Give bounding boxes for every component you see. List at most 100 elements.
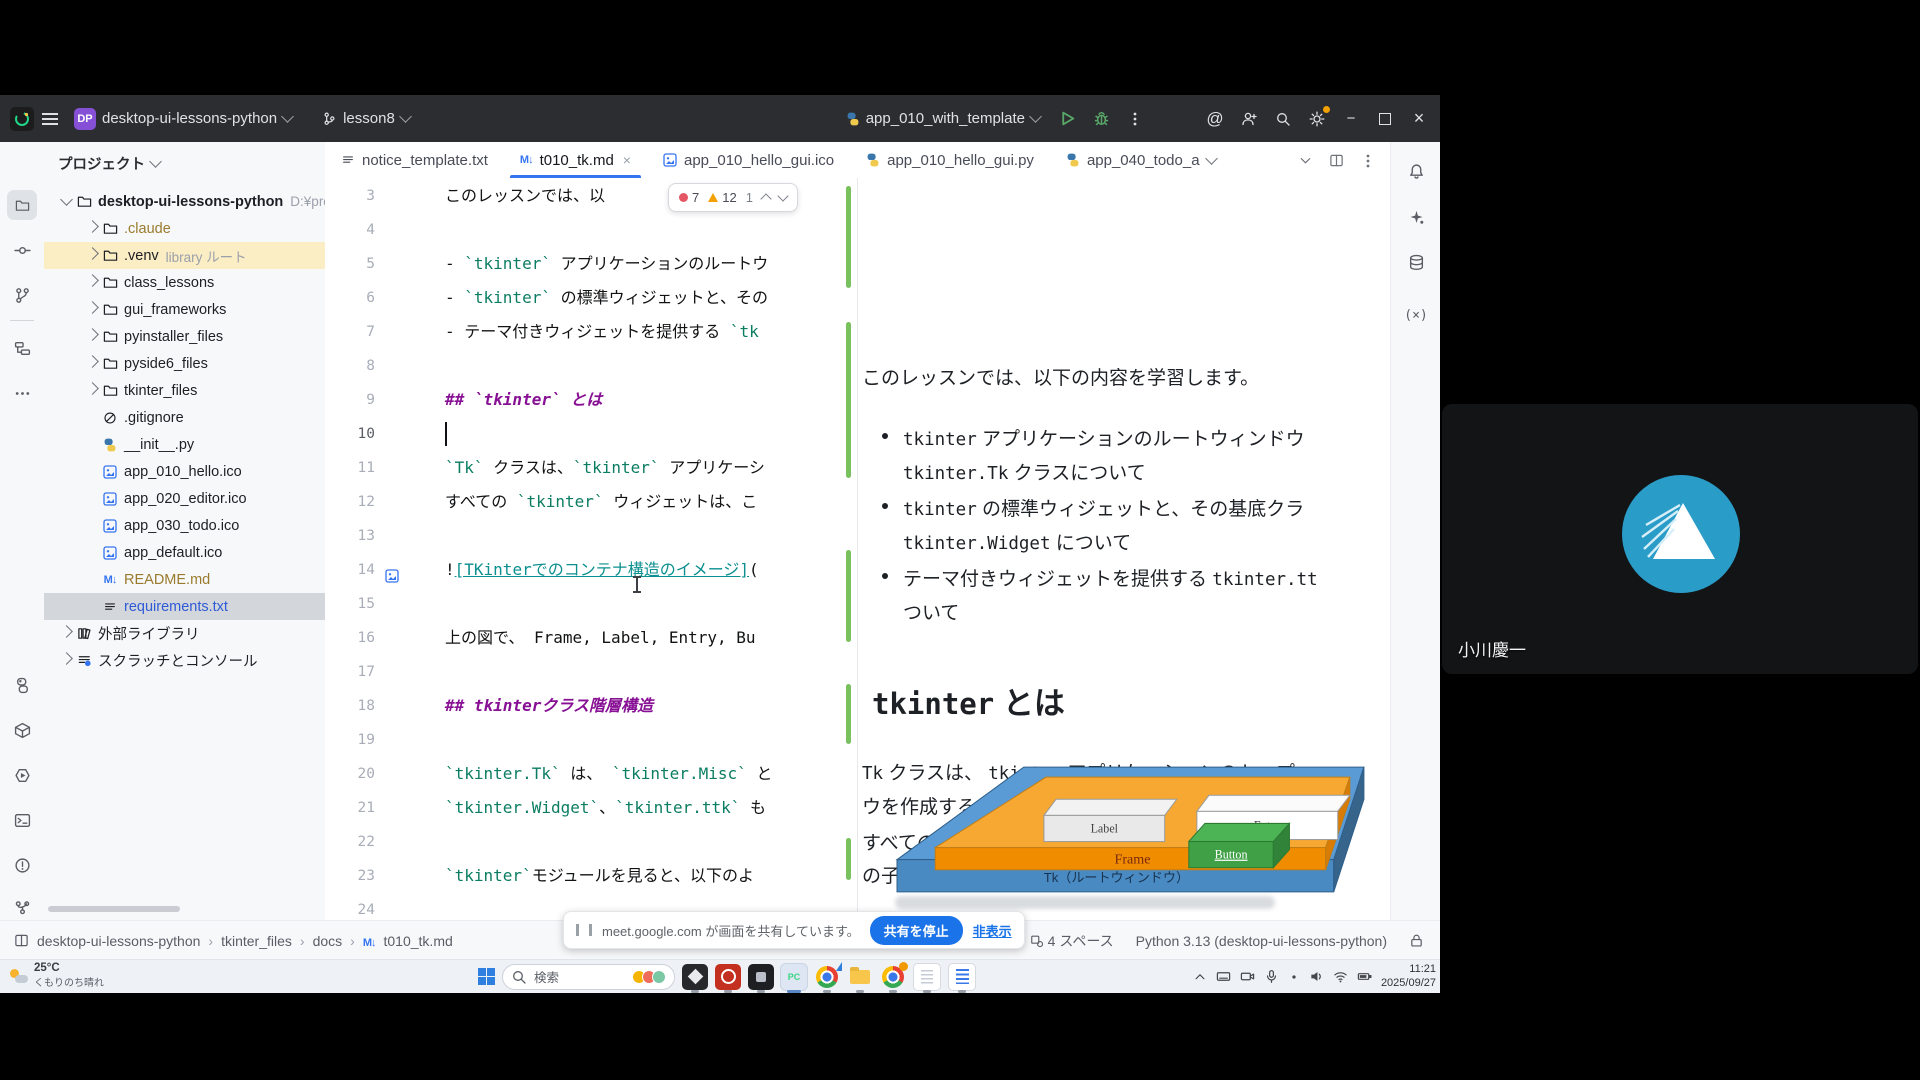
search-everywhere-button[interactable] xyxy=(1268,104,1298,134)
editor-line-22[interactable]: 22 xyxy=(325,825,857,859)
tree-item[interactable]: .gitignore xyxy=(44,404,325,431)
debug-button[interactable] xyxy=(1086,104,1116,134)
tree-item[interactable]: __init__.py xyxy=(44,431,325,458)
tree-item[interactable]: desktop-ui-lessons-pythonD:¥proje xyxy=(44,188,325,215)
tab-app_010_hello_gui.ico[interactable]: app_010_hello_gui.ico xyxy=(647,142,850,178)
project-selector[interactable]: DP desktop-ui-lessons-python xyxy=(66,103,300,135)
pycharm-logo-icon[interactable] xyxy=(10,107,34,131)
taskbar-app-redapp[interactable] xyxy=(715,964,741,990)
run-configuration-selector[interactable]: app_010_with_template xyxy=(838,103,1048,135)
editor-line-19[interactable]: 19 xyxy=(325,723,857,757)
editor-line-7[interactable]: 7- テーマ付きウィジェットを提供する `tk xyxy=(325,315,857,349)
stop-sharing-button[interactable]: 共有を停止 xyxy=(870,916,963,945)
tab-t010_tk.md[interactable]: M↓t010_tk.md× xyxy=(504,142,647,178)
tree-item[interactable]: app_020_editor.ico xyxy=(44,485,325,512)
tool-stripe-pull-requests[interactable] xyxy=(7,280,37,310)
tree-item[interactable]: pyside6_files xyxy=(44,350,325,377)
tree-item[interactable]: tkinter_files xyxy=(44,377,325,404)
tree-item[interactable]: app_030_todo.ico xyxy=(44,512,325,539)
editor-line-23[interactable]: 23`tkinter`モジュールを見ると、以下のよ xyxy=(325,859,857,893)
tray-battery-icon[interactable] xyxy=(1357,969,1372,984)
taskbar-app-photos[interactable] xyxy=(682,964,708,990)
breadcrumb-item[interactable]: t010_tk.md xyxy=(384,933,453,949)
editor-line-12[interactable]: 12すべての `tkinter` ウィジェットは、こ xyxy=(325,485,857,519)
tool-stripe-more[interactable] xyxy=(7,378,37,408)
tool-stripe-problems[interactable] xyxy=(7,850,37,880)
markdown-editor[interactable]: 3このレッスンでは、以45- `tkinter` アプリケーションのルートウ6-… xyxy=(325,178,857,920)
tab-app_010_hello_gui.py[interactable]: app_010_hello_gui.py xyxy=(850,142,1050,178)
editor-line-8[interactable]: 8 xyxy=(325,349,857,383)
tray-camera-icon[interactable] xyxy=(1240,969,1255,984)
columns-button[interactable] xyxy=(1329,152,1344,169)
previous-issue-button[interactable] xyxy=(760,193,771,204)
close-tab-icon[interactable]: × xyxy=(623,152,631,168)
tray-mic-icon[interactable] xyxy=(1264,969,1279,984)
breadcrumb-item[interactable]: docs xyxy=(313,933,343,949)
editor-line-21[interactable]: 21`tkinter.Widget`、`tkinter.ttk` も xyxy=(325,791,857,825)
editor-line-13[interactable]: 13 xyxy=(325,519,857,553)
tab-app_040_todo_a[interactable]: app_040_todo_a xyxy=(1050,142,1232,178)
tool-stripe-version-control[interactable] xyxy=(7,892,37,922)
inspections-widget[interactable]: 7 12 1 xyxy=(668,183,798,212)
markdown-preview-pane[interactable]: このレッスンでは、以下の内容を学習します。 tkinter アプリケーションのル… xyxy=(857,178,1391,920)
tray-speaker-icon[interactable] xyxy=(1309,969,1324,984)
tool-stripe-services[interactable] xyxy=(7,760,37,790)
tray-wifi-icon[interactable] xyxy=(1333,969,1348,984)
tab-notice_template.txt[interactable]: notice_template.txt xyxy=(325,142,504,178)
taskbar-app-darkapp[interactable] xyxy=(748,964,774,990)
tree-item[interactable]: app_default.ico xyxy=(44,539,325,566)
project-panel-header[interactable]: プロジェクト xyxy=(58,150,160,176)
taskbar-app-notes[interactable] xyxy=(948,963,976,991)
editor-line-14[interactable]: 14![TKinterでのコンテナ構造のイメージ]( xyxy=(325,553,857,587)
editor-line-5[interactable]: 5- `tkinter` アプリケーションのルートウ xyxy=(325,247,857,281)
editor-line-20[interactable]: 20`tkinter.Tk` は、 `tkinter.Misc` と xyxy=(325,757,857,791)
tool-stripe-ai-assistant[interactable] xyxy=(1401,202,1431,232)
more-vertical-button[interactable] xyxy=(1360,151,1376,168)
start-button[interactable] xyxy=(478,968,495,985)
editor-line-10[interactable]: 10 xyxy=(325,417,857,451)
tool-stripe-python-console[interactable] xyxy=(7,715,37,745)
editor-line-11[interactable]: 11`Tk` クラスは、`tkinter` アプリケーシ xyxy=(325,451,857,485)
tree-item[interactable]: pyinstaller_files xyxy=(44,323,325,350)
tree-item[interactable]: class_lessons xyxy=(44,269,325,296)
lock-icon[interactable] xyxy=(1409,933,1424,948)
next-issue-button[interactable] xyxy=(777,190,788,201)
tree-item[interactable]: app_010_hello.ico xyxy=(44,458,325,485)
tree-item[interactable]: requirements.txt xyxy=(44,593,325,620)
horizontal-scrollbar[interactable] xyxy=(48,906,180,912)
editor-line-6[interactable]: 6- `tkinter` の標準ウィジェットと、その xyxy=(325,281,857,315)
branch-selector[interactable]: lesson8 xyxy=(314,103,418,135)
close-button[interactable]: × xyxy=(1404,104,1434,134)
tray-dot-icon[interactable] xyxy=(1288,971,1300,983)
tool-stripe-commit[interactable] xyxy=(7,235,37,265)
maximize-button[interactable] xyxy=(1370,104,1400,134)
taskbar-app-explorer[interactable] xyxy=(847,964,873,990)
editor-line-16[interactable]: 16上の図で、 Frame, Label, Entry, Bu xyxy=(325,621,857,655)
tool-stripe-variables[interactable]: (×) xyxy=(1401,300,1431,330)
weather-widget[interactable]: 25°Cくもりのち晴れ xyxy=(10,962,104,989)
code-with-me-button[interactable]: @ xyxy=(1200,104,1230,134)
taskbar-search[interactable]: 検索 xyxy=(502,964,675,990)
settings-button[interactable] xyxy=(1302,104,1332,134)
tree-item[interactable]: スクラッチとコンソール xyxy=(44,647,325,674)
editor-line-17[interactable]: 17 xyxy=(325,655,857,689)
breadcrumb-item[interactable]: tkinter_files xyxy=(221,933,292,949)
run-button[interactable] xyxy=(1052,104,1082,134)
editor-line-15[interactable]: 15 xyxy=(325,587,857,621)
taskbar-app-pycharm[interactable]: PC xyxy=(781,964,807,990)
tool-stripe-notifications[interactable] xyxy=(1401,156,1431,186)
taskbar-clock[interactable]: 11:21 2025/09/27 xyxy=(1381,963,1436,991)
tool-stripe-structure[interactable] xyxy=(7,333,37,363)
chevron-down-button[interactable] xyxy=(1298,152,1313,169)
status-item[interactable]: 4 スペース xyxy=(1030,931,1114,951)
taskbar-app-chrome[interactable] xyxy=(880,964,906,990)
tool-stripe-project-folder[interactable] xyxy=(7,190,37,220)
tree-item[interactable]: gui_frameworks xyxy=(44,296,325,323)
editor-line-9[interactable]: 9## `tkinter` とは xyxy=(325,383,857,417)
more-actions-button[interactable] xyxy=(1120,104,1150,134)
tray-keyboard-icon[interactable] xyxy=(1216,969,1231,984)
main-menu-button[interactable] xyxy=(34,103,66,135)
tool-stripe-python-packages[interactable] xyxy=(7,670,37,700)
status-item[interactable]: Python 3.13 (desktop-ui-lessons-python) xyxy=(1136,933,1387,949)
editor-line-18[interactable]: 18## tkinterクラス階層構造 xyxy=(325,689,857,723)
